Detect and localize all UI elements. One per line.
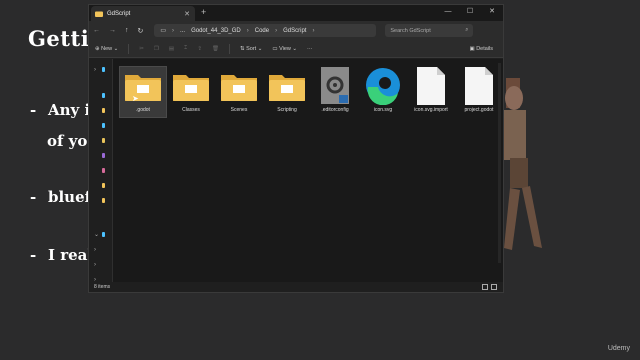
- nav-marker: [102, 93, 105, 98]
- udemy-watermark: Udemy: [607, 345, 630, 352]
- vertical-scrollbar[interactable]: [498, 63, 501, 263]
- mouse-cursor-icon: ➤: [132, 94, 139, 103]
- more-options-button[interactable]: ···: [307, 46, 313, 52]
- up-arrow-icon[interactable]: ↑: [125, 27, 129, 34]
- search-icon: ⌕: [465, 27, 469, 33]
- copy-icon[interactable]: ❐: [154, 46, 159, 52]
- divider: [228, 43, 230, 54]
- nav-marker: [102, 198, 105, 203]
- character-figure-image: [500, 78, 542, 250]
- view-toggle-group: [482, 284, 497, 290]
- edge-browser-icon: [366, 68, 400, 106]
- bullet-2: - bluef: [30, 188, 92, 206]
- file-explorer-window: GdScript ✕ + — ☐ ✕ ← → ↑ ↻ ▭ › ... Godot…: [88, 4, 504, 293]
- details-view-icon[interactable]: [482, 284, 488, 290]
- nav-marker: [102, 168, 105, 173]
- chevron-right-icon[interactable]: ›: [94, 247, 96, 253]
- chevron-right-icon: ›: [312, 27, 315, 34]
- folder-icon: [221, 75, 257, 101]
- file-item-project-godot[interactable]: project.godot: [456, 67, 502, 117]
- item-count: 8 items: [94, 284, 111, 290]
- file-item-icon-svg[interactable]: icon.svg: [360, 67, 406, 117]
- bullet-3: -I real: [30, 246, 94, 264]
- chevron-right-icon: ›: [172, 27, 175, 34]
- chevron-down-icon[interactable]: ⌄: [94, 231, 99, 238]
- file-item-editorconfig[interactable]: .editorconfig: [312, 67, 358, 117]
- command-bar: ⊕ New ⌄ ✂ ❐ ▤ ⌶ ⇪ 🗑 ⇅ Sort ⌄ ▭ View ⌄ ··…: [89, 40, 503, 58]
- new-tab-icon[interactable]: +: [201, 7, 206, 17]
- search-placeholder: Search GdScript: [390, 27, 431, 34]
- blank-file-icon: [417, 67, 445, 105]
- maximize-icon[interactable]: ☐: [459, 5, 481, 21]
- window-controls: — ☐ ✕: [437, 5, 503, 21]
- breadcrumb-gdscript[interactable]: GdScript: [283, 28, 306, 34]
- folder-icon: [269, 75, 305, 101]
- chevron-right-icon: ›: [275, 27, 278, 34]
- explorer-body: › ⌄ › › › .godot Classes Scenes Scriptin…: [89, 59, 503, 284]
- nav-marker: [102, 67, 105, 72]
- minimize-icon[interactable]: —: [437, 5, 459, 21]
- search-input[interactable]: Search GdScript ⌕: [385, 24, 474, 37]
- view-button[interactable]: ▭ View ⌄: [272, 46, 297, 52]
- slide-title: Getti: [28, 26, 90, 51]
- share-icon[interactable]: ⇪: [197, 46, 202, 52]
- chevron-right-icon: ›: [246, 27, 249, 34]
- file-list: .godot Classes Scenes Scripting .editorc…: [113, 59, 503, 284]
- file-item-godot[interactable]: .godot: [119, 66, 167, 118]
- refresh-icon[interactable]: ↻: [138, 27, 144, 35]
- close-window-icon[interactable]: ✕: [481, 5, 503, 21]
- navigation-pane: › ⌄ › › ›: [89, 59, 113, 284]
- chevron-right-icon[interactable]: ›: [94, 67, 96, 73]
- gear-file-icon: [321, 67, 349, 104]
- file-item-icon-svg-import[interactable]: icon.svg.import: [408, 67, 454, 117]
- blank-file-icon: [465, 67, 493, 105]
- file-item-scripting[interactable]: Scripting: [264, 67, 310, 117]
- breadcrumb-ellipsis[interactable]: ...: [180, 28, 185, 34]
- breadcrumb-code[interactable]: Code: [255, 28, 269, 34]
- nav-marker: [102, 138, 105, 143]
- folder-icon: [173, 75, 209, 101]
- breadcrumb-godot-44-3d-gd[interactable]: Godot_44_3D_GD: [191, 28, 241, 34]
- nav-marker: [102, 232, 105, 237]
- delete-icon[interactable]: 🗑: [212, 46, 219, 52]
- divider: [128, 43, 130, 54]
- nav-marker: [102, 123, 105, 128]
- nav-marker: [102, 108, 105, 113]
- folder-icon: [95, 11, 103, 17]
- tab-title: GdScript: [107, 10, 131, 17]
- address-bar[interactable]: ▭ › ... Godot_44_3D_GD › Code › GdScript…: [154, 24, 377, 37]
- back-arrow-icon[interactable]: ←: [93, 27, 100, 34]
- tiles-view-icon[interactable]: [491, 284, 497, 290]
- folder-icon: [125, 75, 161, 101]
- monitor-icon: ▭: [160, 28, 167, 34]
- file-item-classes[interactable]: Classes: [168, 67, 214, 117]
- bullet-1: - Any i: [30, 101, 91, 119]
- status-bar: 8 items: [89, 282, 503, 292]
- close-tab-icon[interactable]: ✕: [184, 10, 190, 18]
- paste-icon[interactable]: ▤: [169, 46, 174, 52]
- tab-gdscript[interactable]: GdScript ✕: [91, 6, 195, 21]
- rename-icon[interactable]: ⌶: [184, 45, 187, 52]
- sort-button[interactable]: ⇅ Sort ⌄: [240, 46, 262, 52]
- chevron-right-icon[interactable]: ›: [94, 262, 96, 268]
- bullet-1-continued: of yo: [47, 132, 88, 150]
- tab-bar: GdScript ✕ + — ☐ ✕: [89, 5, 503, 21]
- forward-arrow-icon[interactable]: →: [109, 27, 116, 34]
- nav-marker: [102, 183, 105, 188]
- nav-marker: [102, 153, 105, 158]
- file-item-scenes[interactable]: Scenes: [216, 67, 262, 117]
- details-button[interactable]: ▣ Details: [469, 46, 493, 52]
- new-button[interactable]: ⊕ New ⌄: [95, 46, 118, 52]
- navigation-bar: ← → ↑ ↻ ▭ › ... Godot_44_3D_GD › Code › …: [89, 21, 503, 40]
- cut-icon[interactable]: ✂: [139, 46, 144, 52]
